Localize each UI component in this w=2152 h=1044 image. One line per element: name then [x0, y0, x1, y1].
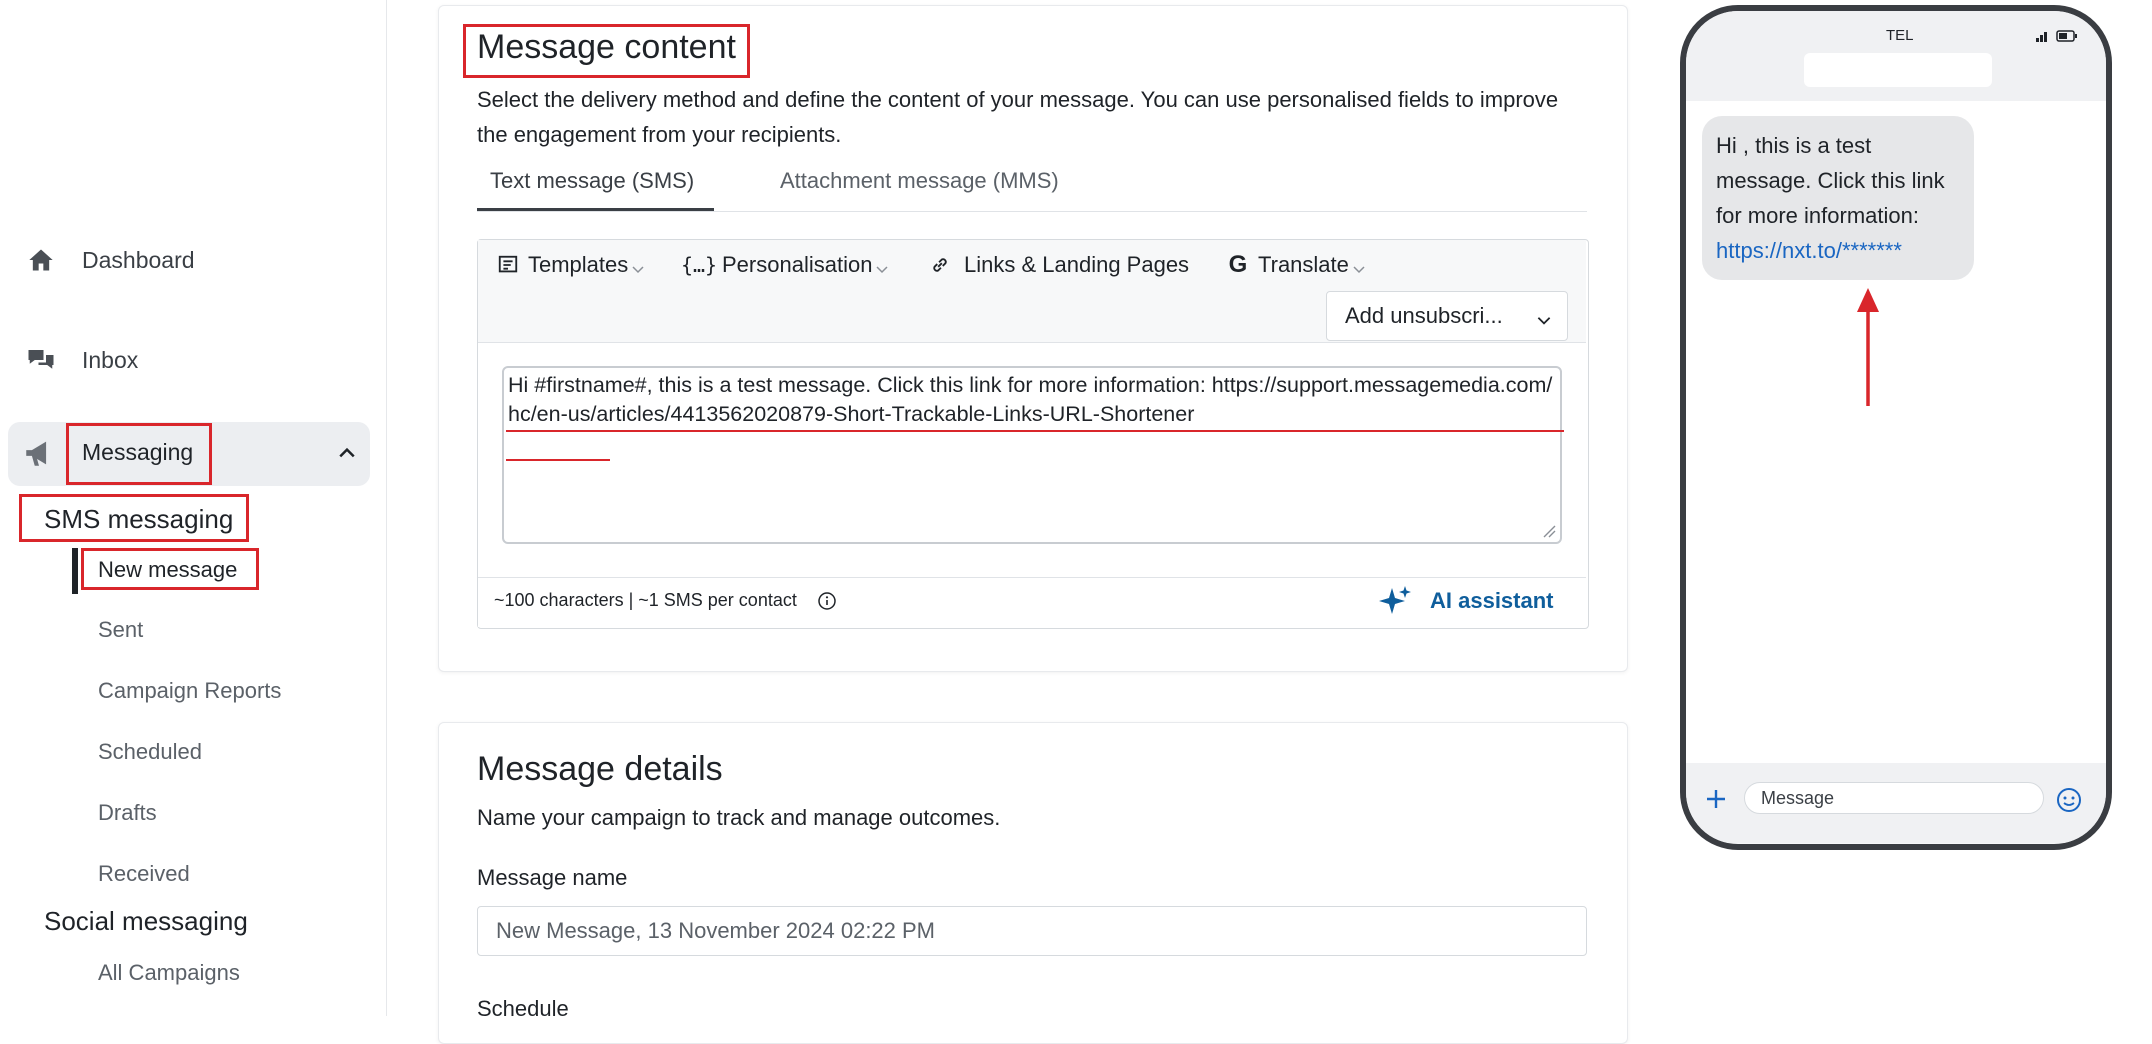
schedule-label: Schedule: [477, 996, 569, 1021]
message-bubble: Hi , this is a test message. Click this …: [1702, 116, 1974, 280]
tabs-divider: [477, 211, 1587, 212]
sidebar-item-received[interactable]: Received: [98, 861, 190, 887]
tab-mms[interactable]: Attachment message (MMS): [780, 168, 1059, 194]
sidebar: Dashboard Inbox Messaging SMS messaging …: [0, 0, 387, 1016]
sparkle-icon: [1378, 584, 1412, 618]
sidebar-item-drafts[interactable]: Drafts: [98, 800, 157, 826]
active-indicator: [72, 548, 78, 594]
chat-bubbles-icon: [24, 343, 58, 377]
home-icon: [24, 243, 58, 277]
page-title: Message content: [477, 28, 736, 66]
character-count: ~100 characters | ~1 SMS per contact: [494, 590, 797, 610]
templates-button[interactable]: Templates: [496, 250, 646, 280]
sms-messaging-heading[interactable]: SMS messaging: [44, 504, 233, 535]
spellcheck-underline: [506, 430, 1564, 432]
details-description: Name your campaign to track and manage o…: [477, 805, 1001, 830]
sidebar-item-messaging[interactable]: Messaging: [8, 422, 370, 486]
plus-icon[interactable]: [1704, 787, 1728, 816]
sidebar-item-campaign-reports[interactable]: Campaign Reports: [98, 678, 281, 704]
signal-icon: [2036, 29, 2052, 47]
link-icon: [928, 253, 952, 277]
sidebar-item-label: Messaging: [82, 439, 194, 465]
sidebar-item-label: Inbox: [82, 346, 139, 373]
sidebar-item-new-message[interactable]: New message: [98, 557, 237, 583]
sidebar-item-scheduled[interactable]: Scheduled: [98, 739, 202, 765]
sidebar-item-inbox[interactable]: Inbox: [0, 330, 386, 390]
chevron-down-icon: [1535, 309, 1551, 325]
sidebar-item-label: Dashboard: [82, 246, 195, 273]
chevron-down-icon: [630, 257, 646, 274]
ai-assistant-button[interactable]: AI assistant: [1378, 584, 1554, 618]
message-name-label: Message name: [477, 865, 628, 890]
carrier-label: TEL: [1886, 27, 1914, 44]
message-name-input[interactable]: [477, 906, 1587, 956]
unsubscribe-select[interactable]: Add unsubscri...: [1326, 291, 1568, 341]
resize-handle-icon[interactable]: [1542, 524, 1556, 538]
phone-preview: TEL Hi , this is a test message. Click t…: [1680, 5, 2112, 850]
message-text[interactable]: Hi #firstname#, this is a test message. …: [508, 371, 1560, 429]
chevron-down-icon: [874, 257, 890, 274]
megaphone-icon: [22, 436, 56, 470]
google-translate-icon: G: [1228, 251, 1248, 278]
personalisation-button[interactable]: {…} Personalisation: [680, 250, 890, 280]
social-messaging-heading[interactable]: Social messaging: [44, 906, 248, 937]
details-title: Message details: [477, 750, 723, 788]
chevron-down-icon: [1351, 257, 1367, 274]
contact-name-field: [1804, 53, 1992, 87]
bubble-link[interactable]: https://nxt.to/*******: [1716, 238, 1902, 263]
sidebar-item-all-campaigns[interactable]: All Campaigns: [98, 960, 240, 986]
translate-button[interactable]: G Translate: [1226, 250, 1367, 280]
battery-icon: [2056, 29, 2078, 47]
sidebar-item-dashboard[interactable]: Dashboard: [0, 230, 386, 290]
chevron-up-icon[interactable]: [338, 444, 355, 460]
links-landing-pages-button[interactable]: Links & Landing Pages: [928, 250, 1189, 280]
curly-braces-icon: {…}: [680, 253, 718, 277]
active-tab-indicator: [477, 208, 714, 211]
sidebar-item-sent[interactable]: Sent: [98, 617, 143, 643]
spellcheck-underline: [506, 459, 610, 461]
bubble-text: Hi , this is a test message. Click this …: [1716, 133, 1945, 228]
info-icon[interactable]: [817, 591, 837, 611]
annotation-arrow-icon: [1853, 286, 1883, 408]
phone-message-input[interactable]: Message: [1744, 782, 2044, 814]
tab-sms[interactable]: Text message (SMS): [490, 168, 694, 194]
emoji-icon[interactable]: [2056, 787, 2082, 818]
message-textarea[interactable]: Hi #firstname#, this is a test message. …: [502, 366, 1564, 544]
template-icon: [496, 253, 520, 277]
content-description: Select the delivery method and define th…: [477, 87, 1559, 147]
